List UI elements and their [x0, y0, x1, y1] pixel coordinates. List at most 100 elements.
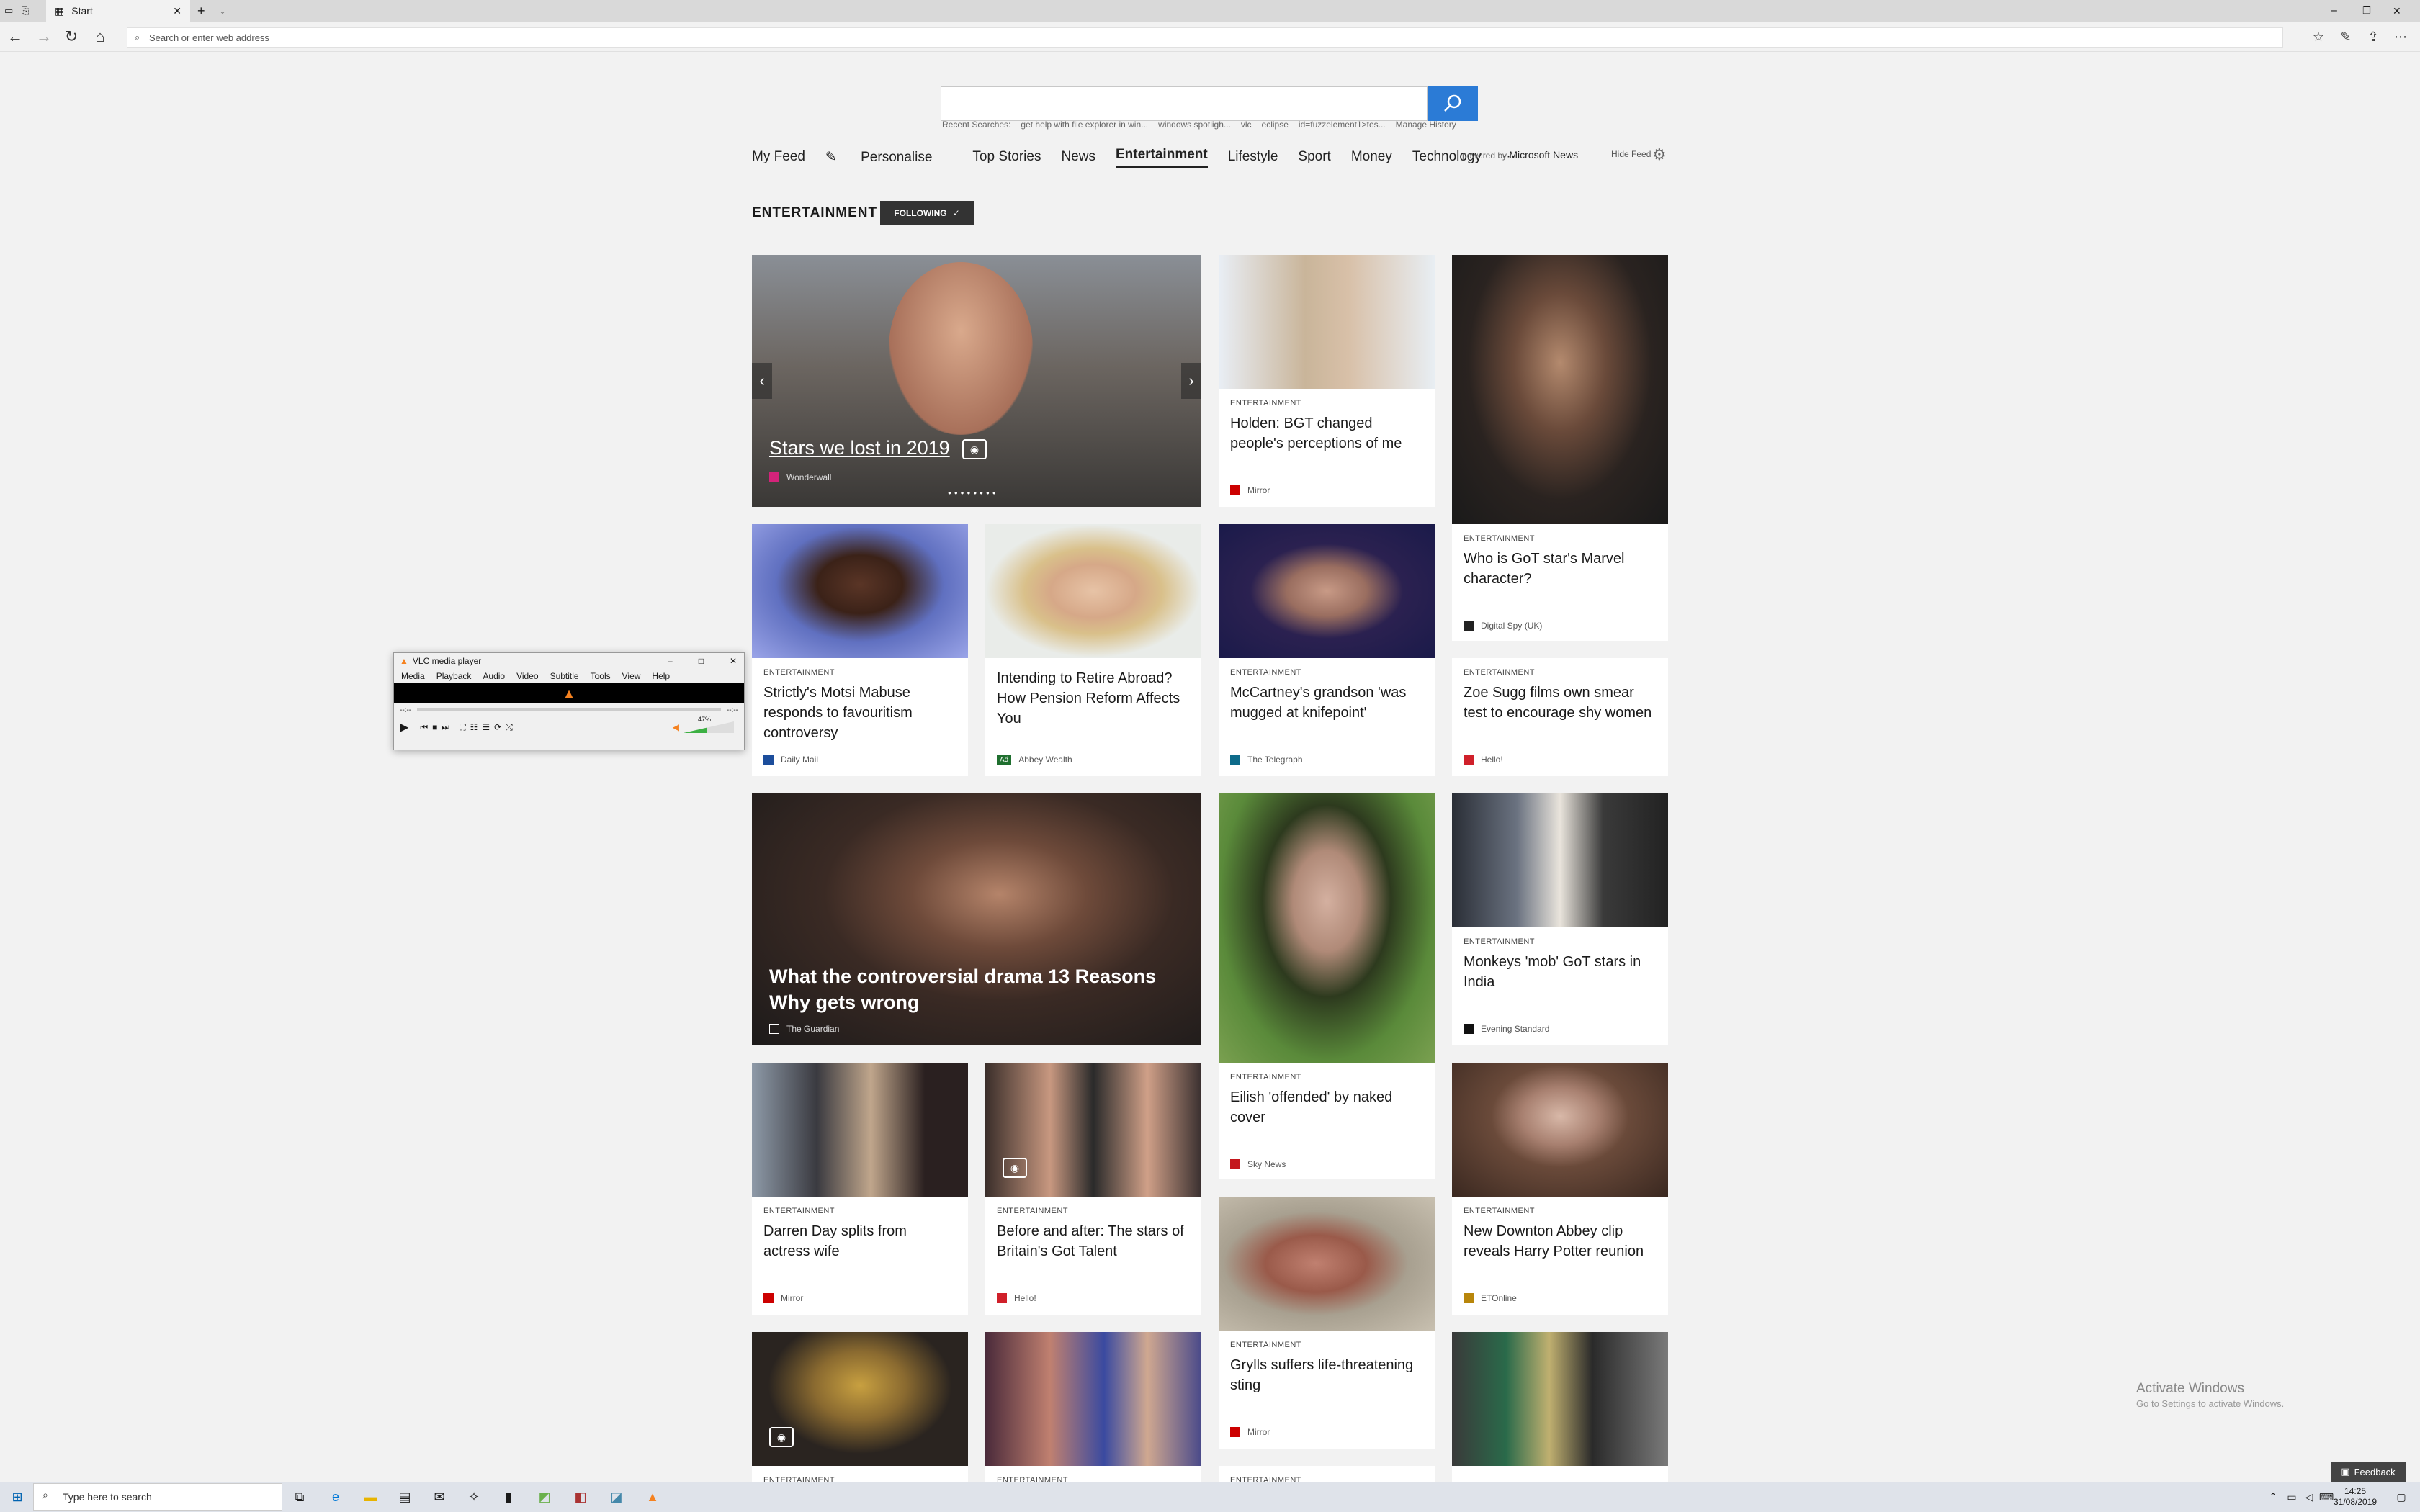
news-card[interactable]: ◉ ENTERTAINMENT Before and after: The st…	[985, 1063, 1201, 1315]
recent-item[interactable]: id=fuzzelement1>tes...	[1299, 120, 1386, 134]
minimize-icon[interactable]: –	[2331, 0, 2352, 22]
card-title[interactable]: Intending to Retire Abroad? How Pension …	[997, 668, 1190, 729]
app-icon[interactable]: ◪	[605, 1486, 628, 1508]
terminal-icon[interactable]: ▮	[497, 1486, 520, 1508]
card-title[interactable]: Eilish 'offended' by naked cover	[1230, 1087, 1423, 1128]
news-card[interactable]: ENTERTAINMENT	[985, 1332, 1201, 1482]
recent-item[interactable]: windows spotligh...	[1158, 120, 1231, 134]
recent-item[interactable]: eclipse	[1262, 120, 1289, 134]
carousel-dots[interactable]: ●●●●●●●●	[948, 490, 999, 496]
fullscreen-icon[interactable]: ⛶	[460, 722, 465, 733]
news-card[interactable]: ENTERTAINMENT Who is GoT star's Marvel c…	[1452, 255, 1668, 641]
news-card[interactable]: ENTERTAINMENT Strictly's Motsi Mabuse re…	[752, 524, 968, 776]
card-title[interactable]: McCartney's grandson 'was mugged at knif…	[1230, 683, 1423, 723]
menu-tools[interactable]: Tools	[591, 671, 611, 681]
address-bar[interactable]: ⌕ Search or enter web address	[127, 27, 2283, 48]
menu-help[interactable]: Help	[652, 671, 670, 681]
card-title[interactable]: What the controversial drama 13 Reasons …	[769, 963, 1173, 1015]
gear-icon[interactable]: ⚙	[1652, 145, 1667, 164]
close-tab-icon[interactable]: ✕	[173, 5, 182, 17]
menu-video[interactable]: Video	[516, 671, 538, 681]
card-title[interactable]: New Downton Abbey clip reveals Harry Pot…	[1464, 1221, 1657, 1261]
feedback-button[interactable]: ▣ Feedback	[2331, 1462, 2406, 1482]
forward-icon[interactable]: →	[30, 22, 58, 52]
mail-icon[interactable]: ✉	[428, 1486, 451, 1508]
playlist-icon[interactable]: ☰	[482, 722, 490, 732]
maximize-icon[interactable]: □	[699, 656, 704, 666]
new-tab-icon[interactable]: +	[197, 0, 212, 22]
menu-playback[interactable]: Playback	[436, 671, 472, 681]
search-button[interactable]	[1428, 86, 1478, 121]
next-icon[interactable]: ⏭	[442, 722, 449, 733]
hide-feed-button[interactable]: Hide Feed	[1611, 149, 1651, 159]
card-title[interactable]: Who is GoT star's Marvel character?	[1464, 549, 1657, 589]
back-icon[interactable]: ←	[1, 22, 29, 52]
home-icon[interactable]: ⌂	[86, 22, 114, 52]
hero-card[interactable]: ‹ › Stars we lost in 2019 ◉ Wonderwall ●…	[752, 255, 1201, 507]
store-icon[interactable]: ▤	[393, 1486, 416, 1508]
more-icon[interactable]: ⋯	[2387, 22, 2414, 52]
news-card[interactable]: ENTERTAINMENT Holden: BGT changed people…	[1219, 255, 1435, 507]
play-icon[interactable]: ▶	[400, 720, 408, 734]
file-explorer-icon[interactable]: ▬	[359, 1486, 382, 1508]
next-slide-icon[interactable]: ›	[1181, 363, 1201, 399]
taskbar-search[interactable]: ⌕ Type here to search	[33, 1483, 282, 1511]
search-input[interactable]	[941, 86, 1428, 121]
card-title[interactable]: Strictly's Motsi Mabuse responds to favo…	[763, 683, 956, 743]
extended-settings-icon[interactable]: ☷	[470, 722, 478, 732]
tab-top-stories[interactable]: Top Stories	[972, 149, 1041, 165]
card-title[interactable]: Before and after: The stars of Britain's…	[997, 1221, 1190, 1261]
restore-icon[interactable]: ❐	[2362, 0, 2384, 22]
volume-slider[interactable]: 47%	[684, 716, 734, 733]
news-card[interactable]: ENTERTAINMENT Eilish 'offended' by naked…	[1219, 793, 1435, 1179]
app-icon[interactable]: ◩	[533, 1486, 556, 1508]
menu-view[interactable]: View	[622, 671, 641, 681]
tab-actions-icon[interactable]: ▭	[4, 0, 19, 22]
feature-card[interactable]: What the controversial drama 13 Reasons …	[752, 793, 1201, 1045]
tab-personalise[interactable]: ✎ Personalise	[825, 149, 952, 166]
vlc-window[interactable]: ▲ VLC media player – □ ✕ Media Playback …	[393, 652, 745, 750]
speaker-icon[interactable]: ◀	[673, 722, 679, 732]
prev-slide-icon[interactable]: ‹	[752, 363, 772, 399]
stop-icon[interactable]: ■	[432, 722, 437, 732]
hero-title[interactable]: Stars we lost in 2019	[769, 435, 950, 461]
news-card[interactable]: ENTERTAINMENT Monkeys 'mob' GoT stars in…	[1452, 793, 1668, 1045]
windows-start-icon[interactable]: ⊞	[6, 1486, 29, 1508]
ad-card[interactable]: Intending to Retire Abroad? How Pension …	[985, 524, 1201, 776]
news-card[interactable]: ENTERTAINMENT New Downton Abbey clip rev…	[1452, 1063, 1668, 1315]
tabs-aside-icon[interactable]: ⎘	[22, 0, 36, 22]
following-button[interactable]: FOLLOWING ✓	[880, 201, 974, 225]
tab-dropdown-icon[interactable]: ⌄	[219, 0, 233, 22]
clock[interactable]: 14:25 31/08/2019	[2334, 1486, 2377, 1508]
pen-icon[interactable]: ✎	[2332, 22, 2360, 52]
news-card[interactable]: ENTERTAINMENT McCartney's grandson 'was …	[1219, 524, 1435, 776]
card-title[interactable]: Holden: BGT changed people's perceptions…	[1230, 413, 1423, 454]
share-icon[interactable]: ⇪	[2360, 22, 2387, 52]
card-title[interactable]: Zoe Sugg films own smear test to encoura…	[1464, 683, 1657, 723]
news-card[interactable]: ENTERTAINMENT Grylls suffers life-threat…	[1219, 1197, 1435, 1449]
task-view-icon[interactable]: ⧉	[288, 1486, 311, 1508]
refresh-icon[interactable]: ↻	[58, 22, 85, 52]
vlc-video-area[interactable]: ▲	[394, 683, 744, 703]
card-title[interactable]: Grylls suffers life-threatening sting	[1230, 1355, 1423, 1395]
card-title[interactable]: Darren Day splits from actress wife	[763, 1221, 956, 1261]
news-card[interactable]: ◉ ENTERTAINMENT	[752, 1332, 968, 1482]
vlc-taskbar-icon[interactable]: ▲	[641, 1486, 664, 1508]
menu-media[interactable]: Media	[401, 671, 425, 681]
favorites-icon[interactable]: ☆	[2305, 22, 2332, 52]
menu-audio[interactable]: Audio	[483, 671, 505, 681]
close-icon[interactable]: ✕	[730, 656, 737, 666]
tab-start[interactable]: ▦ Start ✕	[46, 0, 190, 22]
minimize-icon[interactable]: –	[668, 656, 673, 666]
news-card[interactable]: ENTERTAINMENT	[1219, 1466, 1435, 1482]
news-card[interactable]	[1452, 1332, 1668, 1482]
tab-lifestyle[interactable]: Lifestyle	[1228, 149, 1278, 165]
previous-icon[interactable]: ⏮	[420, 722, 428, 733]
manage-history-link[interactable]: Manage History	[1396, 120, 1456, 134]
edge-icon[interactable]: e	[324, 1486, 347, 1508]
tab-entertainment[interactable]: Entertainment	[1115, 147, 1208, 168]
loop-icon[interactable]: ⟳	[494, 722, 501, 732]
tab-my-feed[interactable]: My Feed	[752, 149, 805, 165]
shuffle-icon[interactable]: ⤮	[506, 722, 513, 733]
app-icon[interactable]: ✧	[462, 1486, 485, 1508]
